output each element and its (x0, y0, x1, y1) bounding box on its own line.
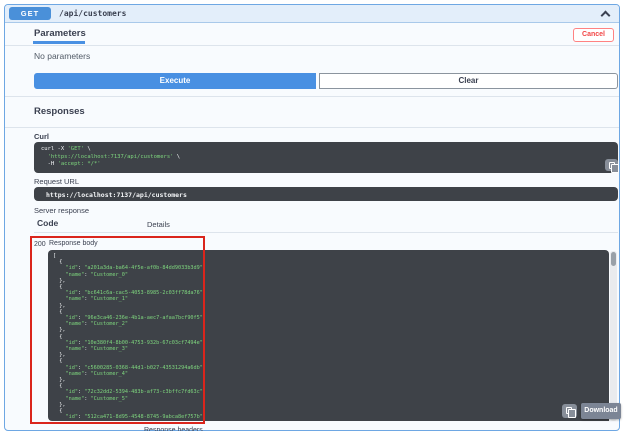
endpoint-summary-bar[interactable]: GET /api/customers (5, 5, 619, 23)
no-parameters-text: No parameters (34, 51, 91, 61)
response-headers-label: Response headers (144, 427, 203, 431)
curl-copy-button[interactable] (605, 159, 619, 173)
request-url-bar: https://localhost:7137/api/customers (34, 187, 618, 201)
response-copy-button[interactable] (562, 404, 577, 418)
http-method-badge: GET (9, 7, 51, 20)
swagger-ui-page: GET /api/customers Parameters Cancel No … (0, 0, 624, 431)
curl-command-text: curl -X 'GET' \ 'https://localhost:7137/… (41, 146, 181, 167)
response-body-block: [ { "id": "a201a3da-ba64-4f5e-af0b-84dd9… (48, 250, 609, 421)
response-body-label: Response body (49, 240, 98, 247)
response-body-scrollbar[interactable] (610, 251, 617, 421)
status-code-200: 200 (34, 241, 46, 248)
response-body-pre: [ { "id": "a201a3da-ba64-4f5e-af0b-84dd9… (53, 253, 207, 421)
execute-button[interactable]: Execute (34, 73, 316, 89)
curl-code-block: curl -X 'GET' \ 'https://localhost:7137/… (34, 142, 619, 173)
cancel-button[interactable]: Cancel (573, 28, 614, 42)
divider-under-tabs (5, 45, 619, 46)
opblock-get-customers: GET /api/customers Parameters Cancel No … (4, 4, 621, 431)
scrollbar-thumb[interactable] (611, 252, 616, 266)
copy-icon (566, 407, 576, 418)
collapse-chevron-up-icon[interactable] (600, 10, 611, 21)
tab-parameters[interactable]: Parameters (34, 28, 86, 39)
divider-below-responses (5, 127, 619, 128)
endpoint-path: /api/customers (59, 9, 127, 18)
responses-section-title: Responses (34, 106, 85, 117)
details-column-header: Details (147, 220, 170, 229)
tab-parameters-active-underline (33, 41, 85, 44)
clear-button[interactable]: Clear (319, 73, 618, 89)
copy-icon (609, 162, 619, 173)
download-button[interactable]: Download (581, 403, 621, 419)
divider-under-table-header (34, 232, 618, 233)
divider-above-responses (5, 96, 619, 97)
request-url-label: Request URL (34, 177, 80, 186)
server-response-label: Server response (34, 206, 90, 215)
request-url-value: https://localhost:7137/api/customers (46, 191, 187, 199)
code-column-header: Code (37, 218, 59, 228)
curl-label: Curl (34, 132, 49, 141)
